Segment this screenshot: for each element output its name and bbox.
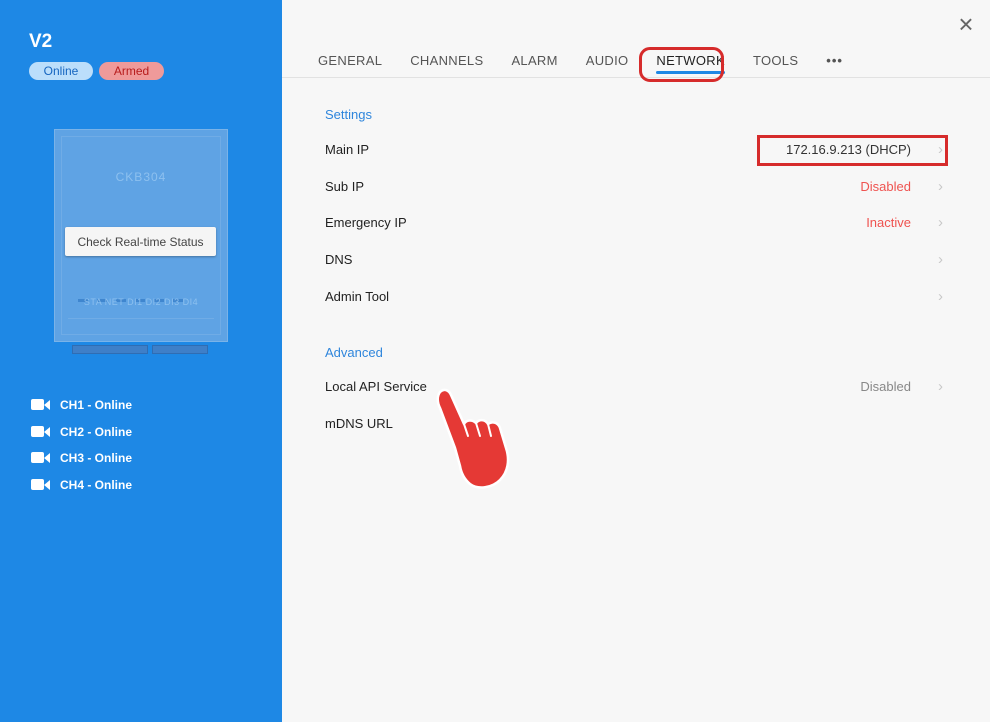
device-terminal-blocks (72, 345, 208, 354)
advanced-section-title: Advanced (325, 345, 383, 360)
chevron-right-icon: › (938, 178, 943, 195)
channel-item[interactable]: CH4 - Online (31, 472, 132, 499)
chevron-right-icon: › (938, 378, 943, 395)
tab-bar-divider (282, 77, 990, 78)
chevron-right-icon: › (938, 288, 943, 305)
emergency-ip-value: Inactive (866, 215, 911, 230)
sub-ip-label: Sub IP (325, 179, 365, 194)
dns-row[interactable]: DNS › (325, 249, 945, 271)
channel-list: CH1 - Online CH2 - Online CH3 - Online C… (31, 392, 132, 498)
main-ip-label: Main IP (325, 142, 370, 157)
pointing-hand-icon (436, 388, 510, 489)
tab-audio[interactable]: AUDIO (586, 52, 629, 76)
tab-general[interactable]: GENERAL (318, 52, 382, 76)
close-icon[interactable]: × (955, 11, 977, 37)
emergency-ip-label: Emergency IP (325, 215, 407, 230)
sub-ip-row[interactable]: Sub IP Disabled › (325, 176, 945, 198)
device-led-row (78, 289, 218, 302)
tab-channels[interactable]: CHANNELS (410, 52, 483, 76)
video-camera-icon (31, 478, 53, 492)
dns-label: DNS (325, 252, 353, 267)
mdns-url-row: mDNS URL (325, 413, 945, 435)
check-realtime-status-button[interactable]: Check Real-time Status (65, 227, 216, 256)
terminal-block (72, 345, 148, 354)
admin-tool-row[interactable]: Admin Tool › (325, 286, 945, 308)
device-model-label: CKB304 (115, 170, 167, 184)
local-api-service-value: Disabled (860, 379, 911, 394)
admin-tool-label: Admin Tool (325, 289, 390, 304)
mdns-url-label: mDNS URL (325, 416, 393, 431)
channel-item[interactable]: CH1 - Online (31, 392, 132, 419)
main-ip-annotation (757, 135, 948, 166)
settings-section-title: Settings (325, 107, 372, 122)
channel-label: CH1 - Online (60, 398, 133, 413)
terminal-block (152, 345, 208, 354)
channel-label: CH2 - Online (60, 424, 133, 439)
channel-label: CH3 - Online (60, 451, 133, 466)
video-camera-icon (31, 398, 53, 412)
local-api-service-row[interactable]: Local API Service Disabled › (325, 376, 945, 398)
chevron-right-icon: › (938, 251, 943, 268)
emergency-ip-row[interactable]: Emergency IP Inactive › (325, 212, 945, 234)
tab-tools[interactable]: TOOLS (753, 52, 798, 76)
armed-status-badge: Armed (99, 62, 164, 80)
sub-ip-value: Disabled (860, 179, 911, 194)
settings-tab-bar: GENERAL CHANNELS ALARM AUDIO NETWORK TOO… (318, 52, 871, 78)
more-tabs-button[interactable]: ••• (826, 52, 843, 76)
network-tab-annotation (639, 47, 724, 82)
device-settings-dialog: V2 Online Armed CKB304 STA NET DI1 DI2 D… (0, 0, 990, 722)
channel-item[interactable]: CH3 - Online (31, 445, 132, 472)
device-title: V2 (29, 31, 53, 52)
channel-label: CH4 - Online (60, 478, 133, 493)
chevron-right-icon: › (938, 214, 943, 231)
online-status-badge: Online (29, 62, 93, 80)
device-sidebar: V2 Online Armed CKB304 STA NET DI1 DI2 D… (0, 0, 282, 722)
tab-alarm[interactable]: ALARM (511, 52, 557, 76)
device-panel-divider (68, 318, 214, 319)
video-camera-icon (31, 425, 53, 439)
device-led-labels: STA NET DI1 DI2 DI3 DI4 (83, 297, 199, 307)
channel-item[interactable]: CH2 - Online (31, 419, 132, 446)
video-camera-icon (31, 451, 53, 465)
local-api-service-label: Local API Service (325, 379, 427, 394)
